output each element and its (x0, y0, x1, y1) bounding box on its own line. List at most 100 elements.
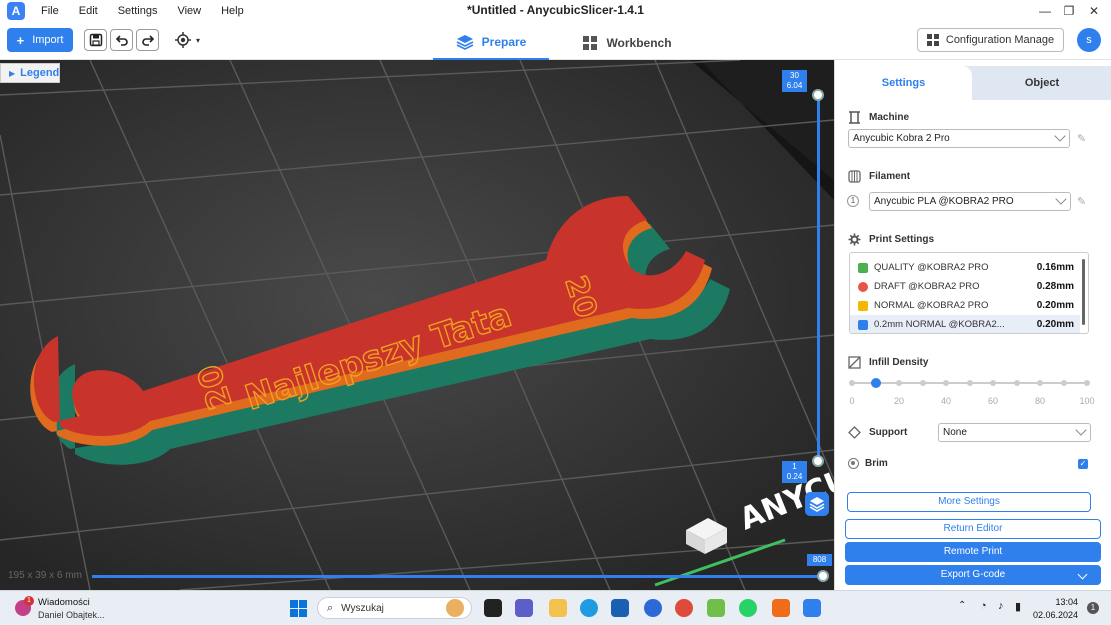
infill-section-title: Infill Density (848, 356, 928, 369)
menu-settings[interactable]: Settings (118, 5, 158, 17)
print-settings-section-title: Print Settings (848, 233, 934, 246)
machine-select[interactable]: Anycubic Kobra 2 Pro (848, 129, 1070, 148)
menu-file[interactable]: File (41, 5, 59, 17)
store-icon[interactable] (611, 599, 629, 617)
save-button[interactable] (84, 29, 107, 51)
print-settings-label: Print Settings (869, 234, 935, 245)
task-view-icon[interactable] (484, 599, 502, 617)
more-settings-button[interactable]: More Settings (847, 492, 1091, 512)
close-icon[interactable]: ✕ (1082, 0, 1106, 22)
draft-profile-icon (858, 281, 868, 292)
moves-handle[interactable] (817, 570, 829, 582)
machine-section-title: Machine (848, 111, 909, 124)
gear-icon (848, 233, 861, 246)
grid-icon (583, 36, 598, 50)
return-editor-button[interactable]: Return Editor (845, 519, 1101, 539)
filament-select[interactable]: Anycubic PLA @KOBRA2 PRO (869, 192, 1071, 211)
remote-print-button[interactable]: Remote Print (845, 542, 1101, 562)
infill-step-dot[interactable] (896, 380, 902, 386)
redo-button[interactable] (136, 29, 159, 51)
infill-step-dot[interactable] (943, 380, 949, 386)
system-date[interactable]: 02.06.2024 (1026, 610, 1078, 620)
battery-icon[interactable]: ▮ (1015, 600, 1021, 613)
list-item[interactable]: NORMAL @KOBRA2 PRO 0.20mm (850, 296, 1080, 315)
app-grid-icon[interactable] (707, 599, 725, 617)
brim-checkbox[interactable]: ✓ (1078, 459, 1088, 469)
menu-edit[interactable]: Edit (79, 5, 98, 17)
infill-tick-label: 80 (1034, 396, 1045, 406)
widgets-icon[interactable] (446, 599, 464, 617)
import-button[interactable]: + Import (7, 28, 73, 52)
chevron-down-icon (1055, 193, 1067, 205)
infill-step-dot[interactable] (1013, 380, 1020, 386)
tab-workbench[interactable]: Workbench (572, 26, 682, 60)
infill-step-dot[interactable] (849, 380, 855, 386)
filament-index-badge: 1 (847, 195, 859, 207)
locate-dropdown[interactable]: ▾ (174, 30, 218, 50)
infill-tick-label: 60 (987, 396, 998, 406)
list-scrollbar[interactable] (1082, 259, 1085, 325)
undo-button[interactable] (110, 29, 133, 51)
app-f-icon[interactable] (772, 599, 790, 617)
anycubic-taskbar-icon[interactable] (803, 599, 821, 617)
notification-center-badge[interactable]: 1 (1087, 602, 1099, 614)
infill-step-dot[interactable] (1084, 380, 1090, 386)
configuration-manage-button[interactable]: Configuration Manage (917, 28, 1064, 52)
layer-top-handle[interactable] (812, 89, 824, 101)
filament-section-title: Filament (848, 170, 910, 183)
infill-tick-label: 100 (1079, 396, 1095, 406)
moves-slider[interactable] (92, 575, 820, 578)
app-icon[interactable] (644, 599, 662, 617)
layer-top-height: 6.04 (786, 81, 803, 90)
list-item[interactable]: DRAFT @KOBRA2 PRO 0.28mm (850, 277, 1080, 296)
tab-object[interactable]: Object (972, 66, 1111, 100)
minimize-icon[interactable]: — (1033, 0, 1057, 22)
undo-icon (115, 35, 128, 46)
layer-view-button[interactable] (805, 492, 829, 516)
file-explorer-icon[interactable] (549, 599, 567, 617)
list-item[interactable]: 0.2mm NORMAL @KOBRA2... 0.20mm (850, 315, 1080, 333)
avatar[interactable]: s (1077, 28, 1101, 52)
app-logo-icon: A (7, 2, 25, 20)
restore-icon[interactable]: ❐ (1057, 0, 1081, 22)
chrome-icon[interactable] (675, 599, 693, 617)
infill-step-dot[interactable] (990, 380, 996, 386)
infill-tick-label: 40 (940, 396, 951, 406)
infill-step-dot[interactable] (966, 380, 973, 386)
filament-icon (848, 170, 861, 183)
edit-machine-icon[interactable]: ✎ (1077, 132, 1089, 145)
3d-viewport[interactable]: 20 Najlepszy Tata 20 ANYCU ▶ Legend 30 6… (0, 60, 834, 590)
system-time[interactable]: 13:04 (1036, 597, 1078, 607)
menu-view[interactable]: View (177, 5, 201, 17)
menu-help[interactable]: Help (221, 5, 244, 17)
infill-step-dot[interactable] (919, 380, 926, 386)
tab-settings[interactable]: Settings (835, 66, 972, 100)
printer-icon (849, 111, 860, 124)
profile-name: NORMAL @KOBRA2 PRO (874, 300, 989, 311)
tab-prepare[interactable]: Prepare (433, 26, 549, 60)
chevron-down-icon[interactable] (1077, 569, 1088, 580)
notification-title[interactable]: Wiadomości (38, 597, 90, 608)
edge-icon[interactable] (580, 599, 598, 617)
list-item[interactable]: QUALITY @KOBRA2 PRO 0.16mm (850, 258, 1080, 277)
brim-label: Brim (865, 458, 888, 469)
teams-icon[interactable] (515, 599, 533, 617)
wifi-icon[interactable]: ◔ (980, 600, 987, 612)
layer-bottom-handle[interactable] (812, 455, 824, 467)
chevron-up-icon[interactable]: ⌃ (958, 600, 966, 611)
volume-icon[interactable]: ♪ (998, 600, 1004, 612)
support-select[interactable]: None (938, 423, 1091, 442)
quality-profile-icon (858, 262, 868, 273)
infill-handle[interactable] (870, 378, 881, 388)
layer-slider[interactable] (817, 93, 820, 461)
notification-badge: 1 (24, 596, 34, 606)
export-gcode-button[interactable]: Export G-code (845, 565, 1101, 585)
profile-name: DRAFT @KOBRA2 PRO (874, 281, 980, 292)
whatsapp-icon[interactable] (739, 599, 757, 617)
infill-step-dot[interactable] (1037, 380, 1043, 386)
start-button[interactable] (290, 600, 307, 617)
filament-label: Filament (869, 171, 911, 182)
edit-filament-icon[interactable]: ✎ (1077, 195, 1089, 208)
legend-button[interactable]: ▶ Legend (0, 63, 60, 83)
infill-step-dot[interactable] (1060, 380, 1067, 386)
